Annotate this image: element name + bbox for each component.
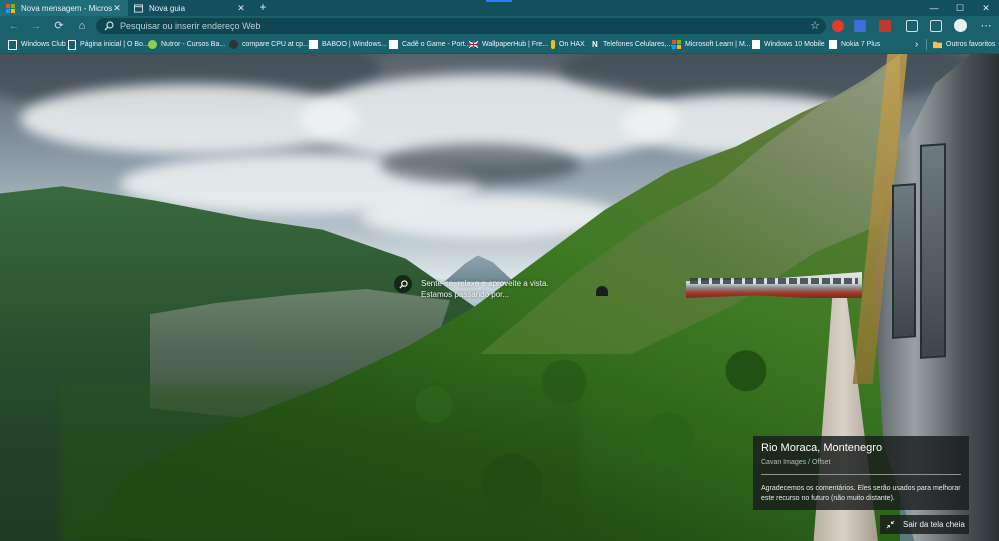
tab-new-tab[interactable]: Nova guia ✕ <box>128 0 252 16</box>
favorite-item[interactable]: Página inicial | O Bo... <box>68 36 149 53</box>
close-tab-icon[interactable]: ✕ <box>236 3 246 14</box>
forward-button[interactable]: → <box>28 18 44 34</box>
divider <box>761 474 961 475</box>
favorite-item[interactable]: Nutror - Cursos Ba... <box>148 36 225 53</box>
close-tab-icon[interactable]: ✕ <box>112 3 122 14</box>
favorite-item[interactable]: Cadê o Game - Port... <box>389 36 470 53</box>
feedback-icon[interactable] <box>930 20 942 32</box>
page-icon <box>829 40 837 49</box>
translate-extension-icon[interactable] <box>854 20 866 32</box>
chevron-right-icon: › <box>915 39 919 50</box>
n-icon: N <box>592 40 598 49</box>
new-tab-page-icon <box>134 3 143 13</box>
favorite-item[interactable]: Nokia 7 Plus <box>829 36 880 53</box>
tab-label: Nova guia <box>149 3 186 13</box>
back-button[interactable]: ← <box>6 18 22 34</box>
exit-fullscreen-button[interactable]: Sair da tela cheia <box>880 515 969 534</box>
page-icon <box>68 39 76 50</box>
game-icon <box>389 40 398 49</box>
feedback-message: Agradecemos os comentários. Eles serão u… <box>761 485 961 502</box>
collections-icon[interactable] <box>906 20 918 32</box>
bookmark-icon <box>8 39 17 50</box>
favorites-overflow-button[interactable]: › <box>915 36 918 53</box>
favorite-item[interactable]: WallpaperHub | Fre... <box>469 36 548 53</box>
image-credit: Cavan Images / Offset <box>761 459 831 466</box>
nutror-icon <box>148 40 157 49</box>
folder-icon <box>933 41 942 49</box>
maximize-button[interactable]: ☐ <box>947 0 973 16</box>
other-favorites-folder[interactable]: Outros favoritos <box>933 36 995 53</box>
search-icon <box>104 21 114 31</box>
address-bar[interactable]: ☆ <box>96 18 826 34</box>
refresh-button[interactable]: ⟳ <box>51 18 67 34</box>
exit-fullscreen-icon <box>886 520 895 529</box>
favorite-item[interactable]: compare CPU at cp... <box>229 36 309 53</box>
baboo-icon <box>309 40 318 49</box>
tab-label: Nova mensagem - Microsoft Teams <box>21 3 112 13</box>
uk-flag-icon <box>469 40 478 49</box>
extension-icon[interactable] <box>879 20 891 32</box>
favorite-item[interactable]: Microsoft Learn | M... <box>672 36 751 53</box>
image-info-card: Rio Moraca, Montenegro Cavan Images / Of… <box>753 436 969 510</box>
tab-strip: Nova mensagem - Microsoft Teams ✕ Nova g… <box>0 0 999 16</box>
image-location-title[interactable]: Rio Moraca, Montenegro <box>761 442 882 454</box>
image-caption: Sente-se, relaxe e aproveite a vista. Es… <box>421 279 549 299</box>
favorite-star-icon[interactable]: ☆ <box>810 18 820 34</box>
page-icon <box>752 40 760 49</box>
close-window-button[interactable]: ✕ <box>973 0 999 16</box>
drag-indicator <box>486 0 512 2</box>
profile-avatar[interactable] <box>954 19 967 32</box>
separator <box>926 39 927 50</box>
cpu-icon <box>229 40 238 49</box>
hax-icon <box>551 40 555 49</box>
favorite-item[interactable]: Windows 10 Mobile <box>752 36 825 53</box>
adblock-extension-icon[interactable] <box>832 20 844 32</box>
favorite-item[interactable]: N Telefones Celulares,... <box>592 36 672 53</box>
favorite-item[interactable]: BABOO | Windows... <box>309 36 387 53</box>
toolbar: ← → ⟳ ⌂ ☆ ⋯ <box>0 16 999 36</box>
microsoft-logo-icon <box>672 40 681 49</box>
favorite-item[interactable]: On HAX <box>549 36 585 53</box>
favorites-bar: Windows Club Página inicial | O Bo... Nu… <box>0 36 999 54</box>
search-icon <box>398 279 408 289</box>
new-tab-button[interactable]: + <box>256 0 270 16</box>
minimize-button[interactable]: — <box>921 0 947 16</box>
tab-teams[interactable]: Nova mensagem - Microsoft Teams ✕ <box>0 0 128 16</box>
favorite-item[interactable]: Windows Club <box>8 36 66 53</box>
address-input[interactable] <box>120 18 800 34</box>
windows-logo-icon <box>6 3 15 13</box>
page-search-button[interactable] <box>394 275 412 293</box>
home-button[interactable]: ⌂ <box>74 18 90 34</box>
settings-menu-button[interactable]: ⋯ <box>978 18 994 34</box>
